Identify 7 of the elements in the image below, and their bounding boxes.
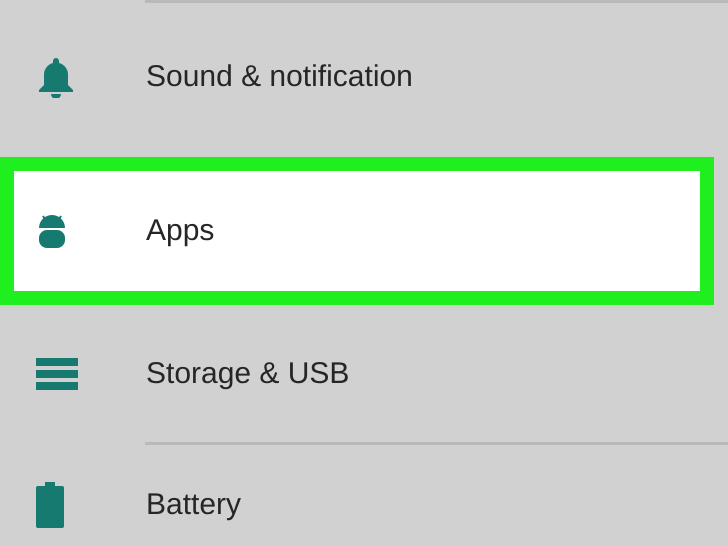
bell-icon — [36, 56, 76, 98]
settings-item[interactable]: Storage & USB — [0, 305, 728, 442]
settings-item[interactable]: Sound & notification — [0, 3, 728, 151]
storage-icon — [36, 358, 78, 390]
settings-item[interactable]: Battery — [0, 445, 728, 546]
battery-icon — [36, 482, 64, 528]
settings-item[interactable]: Apps — [0, 157, 714, 305]
